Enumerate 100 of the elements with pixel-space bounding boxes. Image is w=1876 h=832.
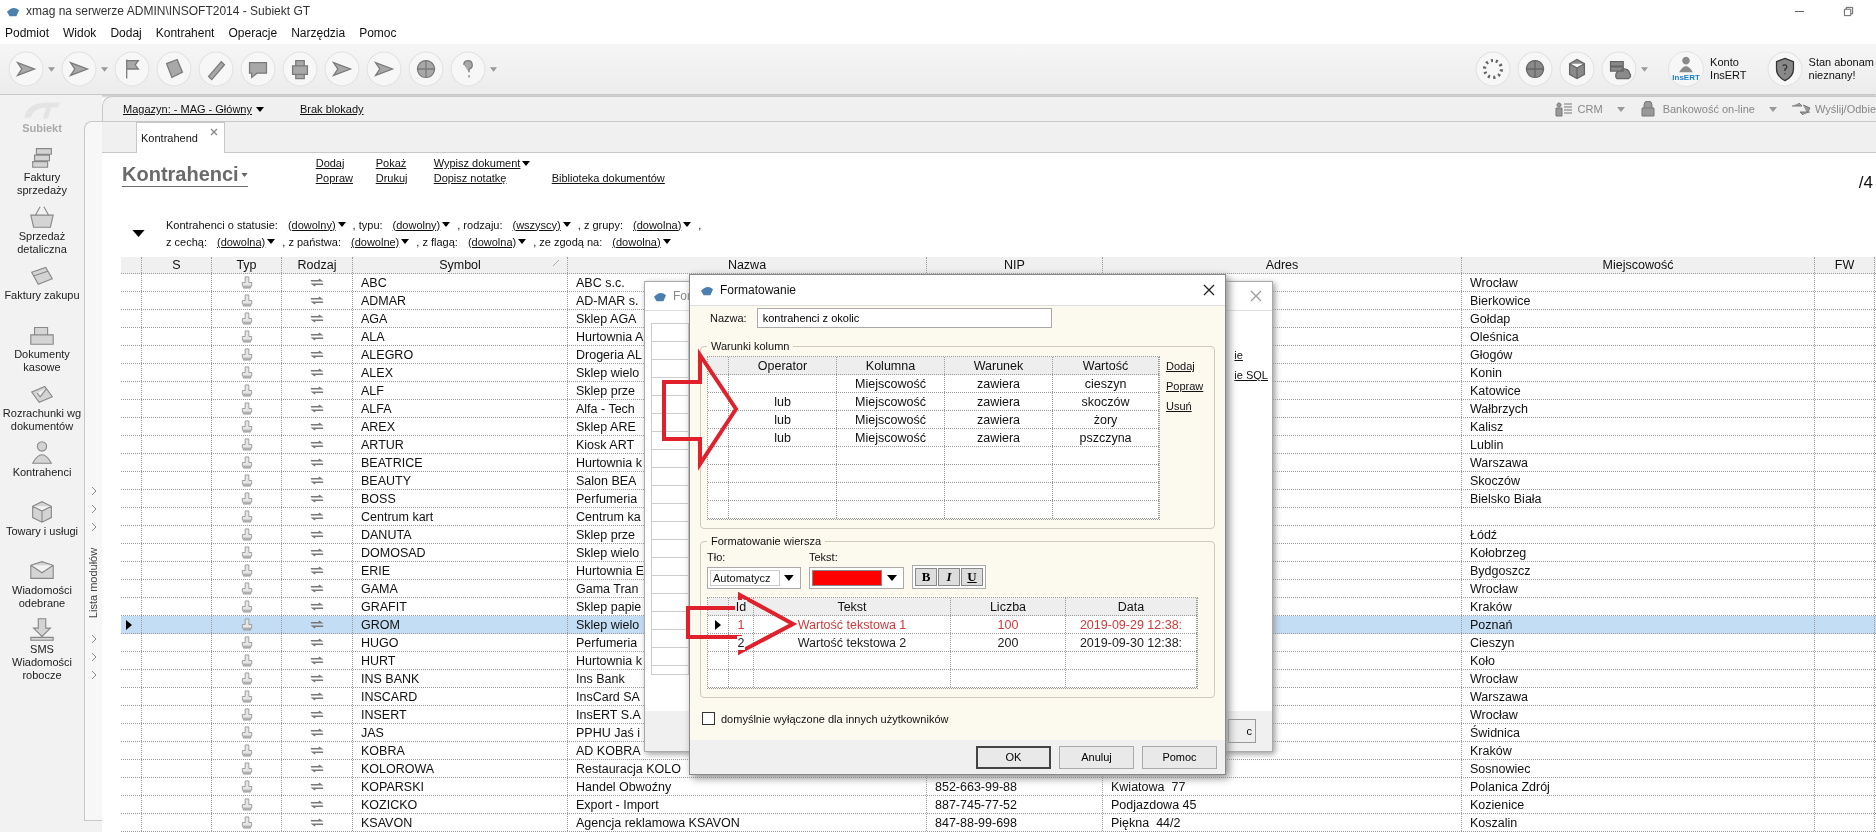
question-icon[interactable] [450, 51, 486, 87]
action-link[interactable]: Dodaj [315, 157, 376, 169]
table-cell: Miejscowość [837, 375, 945, 392]
tab[interactable]: Kontrahend [136, 122, 225, 153]
double-arrow-icon [310, 546, 324, 559]
menu-item[interactable]: Operacje [228, 26, 278, 40]
caret-icon[interactable] [887, 575, 897, 581]
collapse-triangle-icon[interactable] [132, 229, 145, 237]
module-item[interactable]: Kontrahenci [0, 438, 84, 494]
dialog-link[interactable]: Popraw [1166, 380, 1204, 392]
globe-icon[interactable] [1517, 51, 1554, 87]
format-button[interactable]: U [961, 568, 983, 586]
sheet-icon[interactable] [156, 51, 192, 87]
caret-icon[interactable] [442, 222, 451, 227]
menu-item[interactable]: Narzędzia [291, 26, 346, 40]
filter-dropdown[interactable]: (dowolny) [287, 218, 346, 231]
filter-dropdown[interactable]: (dowolna) [612, 235, 671, 248]
lock-link[interactable]: Brak blokady [300, 103, 364, 115]
caret-icon[interactable] [256, 106, 264, 112]
menu-item[interactable]: Widok [63, 26, 97, 40]
filter-dropdown[interactable]: (dowolny) [392, 218, 451, 231]
dialog-link[interactable]: Dodaj [1166, 360, 1204, 372]
module-item[interactable]: Faktury zakupu [0, 261, 84, 317]
warehouse-link[interactable]: Magazyn: - MAG - Główny [123, 103, 264, 115]
format-button[interactable]: B [915, 568, 937, 586]
color-dropdown[interactable] [809, 567, 904, 589]
dotted-ring-icon[interactable] [1475, 51, 1512, 87]
module-item[interactable]: Rozrachunki wg dokumentów [0, 379, 84, 435]
dialog-button[interactable]: Pomoc [1142, 745, 1217, 769]
caret-icon[interactable] [662, 239, 671, 244]
module-item[interactable]: Faktury sprzedaży [0, 143, 84, 199]
printer-icon[interactable] [282, 51, 318, 87]
table-cell: ALEGRO [353, 346, 568, 363]
flag-icon[interactable] [114, 51, 150, 87]
dialog-button[interactable]: OK [976, 745, 1051, 769]
cube-icon[interactable] [1559, 51, 1596, 87]
action-link[interactable]: Dopisz notatkę [433, 172, 552, 184]
column-header[interactable]: Rodzaj [282, 257, 353, 273]
column-header[interactable]: Adres [1103, 257, 1462, 273]
module-item[interactable]: Sprzedaż detaliczna [0, 202, 84, 258]
module-item[interactable]: Towary i usługi [0, 497, 84, 553]
filter-dropdown[interactable]: (dowolne) [351, 235, 410, 248]
shield-icon[interactable] [1766, 51, 1803, 87]
filter-label: z cechą: [166, 235, 207, 248]
page-title[interactable]: Kontrahenci [122, 163, 248, 187]
module-item[interactable]: Wiadomości odebrane [0, 556, 84, 612]
double-arrow-icon [310, 438, 324, 451]
caret-icon[interactable] [562, 222, 571, 227]
filter-dropdown[interactable]: (dowolna) [633, 218, 692, 231]
filter-dropdown[interactable]: (dowolna) [467, 235, 527, 248]
dialog-link[interactable]: ie [1234, 349, 1243, 361]
account-button[interactable]: InsERT [1668, 51, 1705, 87]
menu-item[interactable]: Kontrahent [155, 26, 215, 40]
column-header[interactable]: Nazwa [568, 257, 927, 273]
checkbox[interactable] [702, 712, 715, 725]
caret-icon[interactable] [267, 239, 276, 244]
caret-icon[interactable] [522, 160, 531, 166]
column-header[interactable]: Typ [212, 257, 282, 273]
database-icon[interactable] [1601, 51, 1638, 87]
dialog-button[interactable]: Anuluj [1059, 745, 1134, 769]
menu-item[interactable]: Podmiot [5, 26, 50, 40]
filter-dropdown[interactable]: (dowolna) [216, 235, 276, 248]
action-link[interactable]: Drukuj [375, 172, 434, 184]
column-header[interactable]: S [142, 257, 212, 273]
subscription-label[interactable]: Stan abonam nieznany! [1808, 56, 1874, 82]
format-button[interactable]: I [938, 568, 960, 586]
pen-icon[interactable] [198, 51, 234, 87]
globe-icon[interactable] [408, 51, 444, 87]
dialog-link[interactable]: Usuń [1166, 400, 1204, 412]
action-link[interactable]: Wypisz dokument [433, 157, 552, 169]
action-link[interactable]: Pokaż [375, 157, 434, 169]
column-header[interactable]: FW [1815, 257, 1875, 273]
bubble-icon[interactable] [240, 51, 276, 87]
action-link[interactable]: Popraw [315, 172, 376, 184]
filter-dropdown[interactable]: (wszyscy) [512, 218, 571, 231]
action-link[interactable]: Biblioteka dokumentów [551, 172, 665, 184]
dialog-button[interactable]: c [1228, 719, 1256, 743]
background-dropdown[interactable]: Automatycz [707, 567, 801, 589]
name-field[interactable]: kontrahenci z okolic [756, 308, 1052, 328]
close-icon[interactable] [1203, 284, 1215, 296]
menu-item[interactable]: Dodaj [110, 26, 142, 40]
table-cell: Kwiatowa 77 [1103, 778, 1462, 795]
column-header[interactable]: Symbol [353, 257, 568, 273]
hand-icon [239, 510, 254, 523]
table-cell: zawiera [945, 411, 1053, 428]
column-header[interactable]: NIP [927, 257, 1103, 273]
column-header[interactable]: Miejscowość [1462, 257, 1815, 273]
caret-icon[interactable] [401, 239, 410, 244]
caret-icon[interactable] [518, 239, 527, 244]
caret-icon[interactable] [337, 222, 346, 227]
module-item[interactable]: Dokumenty kasowe [0, 320, 84, 376]
caret-icon[interactable] [784, 575, 794, 581]
module-list-panel[interactable]: Lista modułów [84, 121, 102, 821]
table-cell: lub [729, 393, 837, 410]
menu-item[interactable]: Pomoc [359, 26, 397, 40]
dialog-link[interactable]: ie SQL [1234, 369, 1268, 381]
restore-icon[interactable] [1843, 5, 1854, 17]
module-item[interactable]: SMS Wiadomości robocze [0, 615, 84, 682]
account-label[interactable]: Konto InsERT [1710, 56, 1747, 82]
caret-icon[interactable] [683, 222, 692, 227]
